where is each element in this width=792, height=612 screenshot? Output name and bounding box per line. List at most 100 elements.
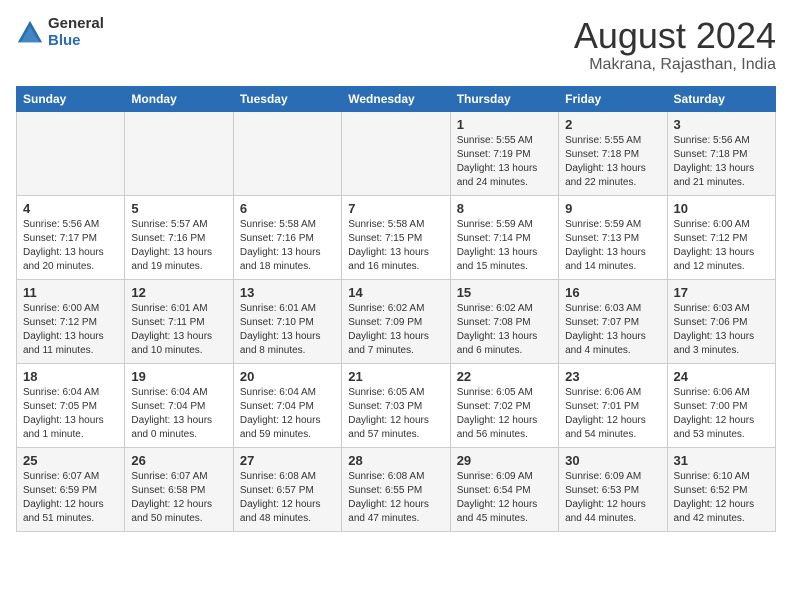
logo: General Blue	[16, 16, 104, 49]
calendar-header: SundayMondayTuesdayWednesdayThursdayFrid…	[17, 86, 776, 111]
weekday-header: Friday	[559, 86, 667, 111]
day-number: 17	[674, 285, 769, 300]
day-number: 23	[565, 369, 660, 384]
day-info: Sunrise: 6:04 AM Sunset: 7:04 PM Dayligh…	[131, 386, 226, 442]
calendar-cell: 27 Sunrise: 6:08 AM Sunset: 6:57 PM Dayli…	[233, 447, 341, 531]
day-info: Sunrise: 5:59 AM Sunset: 7:13 PM Dayligh…	[565, 218, 660, 274]
calendar-cell: 14 Sunrise: 6:02 AM Sunset: 7:09 PM Dayli…	[342, 279, 450, 363]
day-info: Sunrise: 5:58 AM Sunset: 7:15 PM Dayligh…	[348, 218, 443, 274]
day-info: Sunrise: 6:07 AM Sunset: 6:59 PM Dayligh…	[23, 470, 118, 526]
calendar-cell: 20 Sunrise: 6:04 AM Sunset: 7:04 PM Dayli…	[233, 363, 341, 447]
day-info: Sunrise: 6:03 AM Sunset: 7:06 PM Dayligh…	[674, 302, 769, 358]
day-number: 19	[131, 369, 226, 384]
calendar-cell: 25 Sunrise: 6:07 AM Sunset: 6:59 PM Dayli…	[17, 447, 125, 531]
calendar-cell: 18 Sunrise: 6:04 AM Sunset: 7:05 PM Dayli…	[17, 363, 125, 447]
calendar-cell: 15Sunrise: 6:02 AM Sunset: 7:08 PM Dayli…	[450, 279, 558, 363]
calendar-week-row: 11 Sunrise: 6:00 AM Sunset: 7:12 PM Dayli…	[17, 279, 776, 363]
day-info: Sunrise: 6:05 AM Sunset: 7:02 PM Dayligh…	[457, 386, 552, 442]
day-number: 5	[131, 201, 226, 216]
calendar-cell: 29 Sunrise: 6:09 AM Sunset: 6:54 PM Dayli…	[450, 447, 558, 531]
calendar-cell: 9Sunrise: 5:59 AM Sunset: 7:13 PM Daylig…	[559, 195, 667, 279]
logo-text: General Blue	[48, 16, 104, 49]
calendar-week-row: 1Sunrise: 5:55 AM Sunset: 7:19 PM Daylig…	[17, 111, 776, 195]
day-info: Sunrise: 5:57 AM Sunset: 7:16 PM Dayligh…	[131, 218, 226, 274]
calendar-cell: 5 Sunrise: 5:57 AM Sunset: 7:16 PM Daylig…	[125, 195, 233, 279]
calendar-cell: 23 Sunrise: 6:06 AM Sunset: 7:01 PM Dayli…	[559, 363, 667, 447]
calendar-cell: 8 Sunrise: 5:59 AM Sunset: 7:14 PM Daylig…	[450, 195, 558, 279]
calendar-cell: 21Sunrise: 6:05 AM Sunset: 7:03 PM Dayli…	[342, 363, 450, 447]
logo-blue-text: Blue	[48, 33, 104, 50]
day-info: Sunrise: 6:06 AM Sunset: 7:01 PM Dayligh…	[565, 386, 660, 442]
calendar-body: 1Sunrise: 5:55 AM Sunset: 7:19 PM Daylig…	[17, 111, 776, 531]
day-number: 31	[674, 453, 769, 468]
day-info: Sunrise: 6:02 AM Sunset: 7:09 PM Dayligh…	[348, 302, 443, 358]
calendar-cell: 16Sunrise: 6:03 AM Sunset: 7:07 PM Dayli…	[559, 279, 667, 363]
day-number: 24	[674, 369, 769, 384]
calendar-cell: 1Sunrise: 5:55 AM Sunset: 7:19 PM Daylig…	[450, 111, 558, 195]
calendar-cell: 22Sunrise: 6:05 AM Sunset: 7:02 PM Dayli…	[450, 363, 558, 447]
calendar-cell: 28 Sunrise: 6:08 AM Sunset: 6:55 PM Dayli…	[342, 447, 450, 531]
day-info: Sunrise: 6:08 AM Sunset: 6:57 PM Dayligh…	[240, 470, 335, 526]
calendar-table: SundayMondayTuesdayWednesdayThursdayFrid…	[16, 86, 776, 532]
weekday-header: Tuesday	[233, 86, 341, 111]
day-number: 3	[674, 117, 769, 132]
calendar-cell: 4 Sunrise: 5:56 AM Sunset: 7:17 PM Daylig…	[17, 195, 125, 279]
logo-icon	[16, 19, 44, 47]
calendar-cell: 6 Sunrise: 5:58 AM Sunset: 7:16 PM Daylig…	[233, 195, 341, 279]
day-number: 29	[457, 453, 552, 468]
day-info: Sunrise: 5:55 AM Sunset: 7:18 PM Dayligh…	[565, 134, 660, 190]
day-info: Sunrise: 5:55 AM Sunset: 7:19 PM Dayligh…	[457, 134, 552, 190]
calendar-cell: 13 Sunrise: 6:01 AM Sunset: 7:10 PM Dayli…	[233, 279, 341, 363]
calendar-cell: 11 Sunrise: 6:00 AM Sunset: 7:12 PM Dayli…	[17, 279, 125, 363]
day-info: Sunrise: 6:09 AM Sunset: 6:54 PM Dayligh…	[457, 470, 552, 526]
day-number: 15	[457, 285, 552, 300]
day-number: 27	[240, 453, 335, 468]
calendar-cell: 31 Sunrise: 6:10 AM Sunset: 6:52 PM Dayli…	[667, 447, 775, 531]
day-number: 13	[240, 285, 335, 300]
calendar-cell: 17 Sunrise: 6:03 AM Sunset: 7:06 PM Dayli…	[667, 279, 775, 363]
calendar-cell: 10Sunrise: 6:00 AM Sunset: 7:12 PM Dayli…	[667, 195, 775, 279]
logo-general-text: General	[48, 16, 104, 33]
day-number: 25	[23, 453, 118, 468]
calendar-cell: 12 Sunrise: 6:01 AM Sunset: 7:11 PM Dayli…	[125, 279, 233, 363]
day-info: Sunrise: 6:06 AM Sunset: 7:00 PM Dayligh…	[674, 386, 769, 442]
day-number: 30	[565, 453, 660, 468]
day-info: Sunrise: 6:01 AM Sunset: 7:10 PM Dayligh…	[240, 302, 335, 358]
day-number: 28	[348, 453, 443, 468]
day-info: Sunrise: 6:00 AM Sunset: 7:12 PM Dayligh…	[23, 302, 118, 358]
day-info: Sunrise: 6:10 AM Sunset: 6:52 PM Dayligh…	[674, 470, 769, 526]
calendar-cell	[17, 111, 125, 195]
day-number: 11	[23, 285, 118, 300]
day-info: Sunrise: 6:01 AM Sunset: 7:11 PM Dayligh…	[131, 302, 226, 358]
day-info: Sunrise: 6:00 AM Sunset: 7:12 PM Dayligh…	[674, 218, 769, 274]
day-info: Sunrise: 5:56 AM Sunset: 7:17 PM Dayligh…	[23, 218, 118, 274]
day-info: Sunrise: 5:59 AM Sunset: 7:14 PM Dayligh…	[457, 218, 552, 274]
calendar-cell: 30Sunrise: 6:09 AM Sunset: 6:53 PM Dayli…	[559, 447, 667, 531]
day-number: 12	[131, 285, 226, 300]
day-info: Sunrise: 6:07 AM Sunset: 6:58 PM Dayligh…	[131, 470, 226, 526]
day-info: Sunrise: 5:56 AM Sunset: 7:18 PM Dayligh…	[674, 134, 769, 190]
day-number: 16	[565, 285, 660, 300]
weekday-header: Saturday	[667, 86, 775, 111]
calendar-cell	[342, 111, 450, 195]
day-info: Sunrise: 5:58 AM Sunset: 7:16 PM Dayligh…	[240, 218, 335, 274]
day-number: 7	[348, 201, 443, 216]
calendar-cell	[125, 111, 233, 195]
calendar-cell: 26 Sunrise: 6:07 AM Sunset: 6:58 PM Dayli…	[125, 447, 233, 531]
title-area: August 2024 Makrana, Rajasthan, India	[574, 16, 776, 74]
day-number: 18	[23, 369, 118, 384]
day-info: Sunrise: 6:04 AM Sunset: 7:05 PM Dayligh…	[23, 386, 118, 442]
main-title: August 2024	[574, 16, 776, 56]
weekday-header: Thursday	[450, 86, 558, 111]
day-number: 8	[457, 201, 552, 216]
calendar-cell: 3 Sunrise: 5:56 AM Sunset: 7:18 PM Daylig…	[667, 111, 775, 195]
day-number: 14	[348, 285, 443, 300]
day-number: 20	[240, 369, 335, 384]
day-number: 6	[240, 201, 335, 216]
day-number: 4	[23, 201, 118, 216]
calendar-week-row: 25 Sunrise: 6:07 AM Sunset: 6:59 PM Dayli…	[17, 447, 776, 531]
weekday-row: SundayMondayTuesdayWednesdayThursdayFrid…	[17, 86, 776, 111]
day-number: 26	[131, 453, 226, 468]
day-info: Sunrise: 6:08 AM Sunset: 6:55 PM Dayligh…	[348, 470, 443, 526]
day-info: Sunrise: 6:04 AM Sunset: 7:04 PM Dayligh…	[240, 386, 335, 442]
